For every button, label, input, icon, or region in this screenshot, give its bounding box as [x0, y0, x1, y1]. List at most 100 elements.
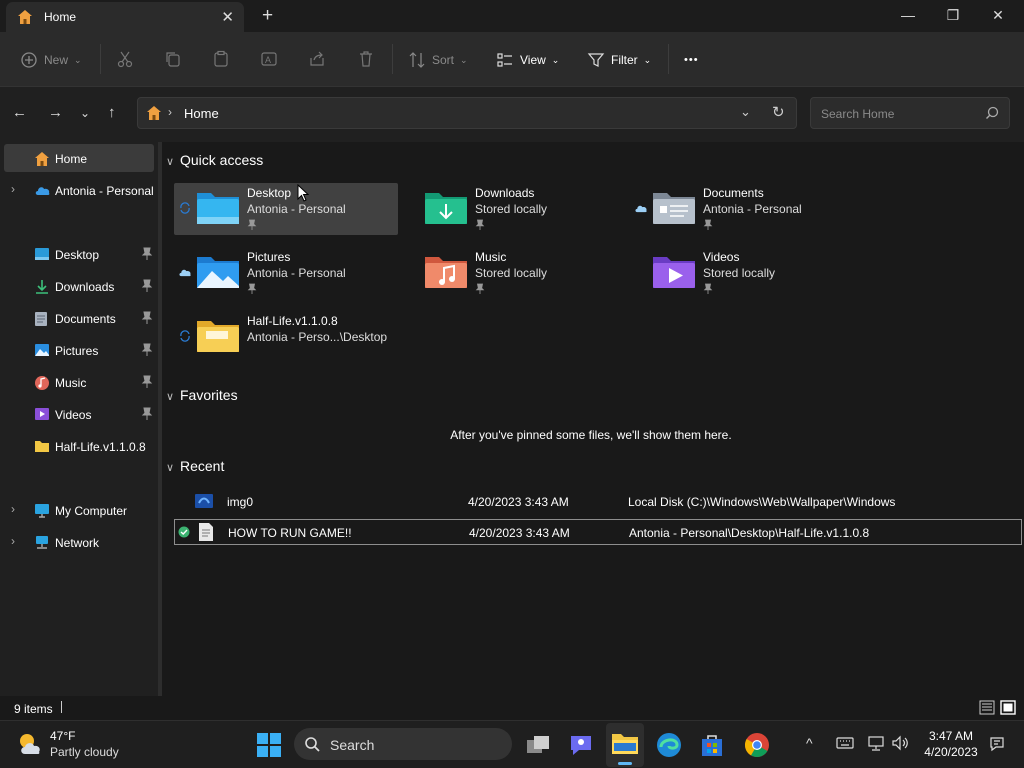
tiles-view-icon[interactable] — [1000, 700, 1016, 715]
cut-icon[interactable] — [116, 50, 134, 68]
mouse-cursor-icon — [297, 184, 309, 202]
sidebar-item-half-life[interactable]: Half-Life.v1.1.0.8 — [0, 432, 156, 460]
refresh-icon[interactable]: ↻ — [772, 103, 785, 121]
copy-icon[interactable] — [164, 50, 182, 68]
quick-access-music[interactable]: Music Stored locally — [402, 247, 626, 299]
pane-splitter[interactable] — [158, 142, 162, 696]
sidebar-item-network[interactable]: › Network — [0, 528, 156, 556]
sidebar-item-downloads[interactable]: Downloads — [0, 272, 156, 300]
sort-button[interactable]: Sort ⌄ — [408, 50, 468, 70]
search-icon[interactable] — [985, 106, 999, 120]
sidebar-item-label: My Computer — [55, 504, 128, 518]
divider — [100, 44, 101, 74]
chevron-down-icon: ∨ — [166, 462, 175, 474]
sidebar-item-desktop[interactable]: Desktop — [0, 240, 156, 268]
chat-icon[interactable] — [567, 731, 595, 759]
pin-icon[interactable] — [141, 343, 153, 357]
filter-button[interactable]: Filter ⌄ — [587, 50, 651, 70]
view-label: View — [520, 53, 546, 67]
quick-access-pictures[interactable]: Pictures Antonia - Personal — [174, 247, 398, 299]
desktop-icon — [35, 248, 49, 260]
item-name: Videos — [703, 250, 740, 264]
sidebar-item-my-computer[interactable]: › My Computer — [0, 496, 156, 524]
sidebar-item-music[interactable]: Music — [0, 368, 156, 396]
breadcrumb-home[interactable]: Home — [184, 106, 219, 121]
share-icon[interactable] — [308, 50, 326, 68]
rename-icon[interactable]: A — [260, 50, 278, 68]
filter-label: Filter — [611, 53, 638, 67]
task-view-icon[interactable] — [524, 731, 552, 759]
notifications-icon[interactable] — [988, 735, 1006, 753]
search-box[interactable] — [810, 97, 1010, 129]
pin-icon[interactable] — [141, 247, 153, 261]
home-icon — [147, 106, 161, 120]
recent-locations-chevron-icon[interactable]: ⌄ — [80, 106, 90, 120]
close-window-button[interactable]: ✕ — [975, 4, 1021, 28]
chevron-right-icon[interactable]: › — [11, 534, 15, 548]
microsoft-store-icon[interactable] — [698, 731, 726, 759]
status-bar: 9 items — [0, 696, 1024, 720]
sidebar-item-pictures[interactable]: Pictures — [0, 336, 156, 364]
view-button[interactable]: View ⌄ — [496, 50, 559, 70]
maximize-button[interactable]: ❐ — [930, 4, 976, 28]
forward-arrow-icon[interactable]: → — [48, 104, 63, 121]
music-icon — [35, 376, 49, 390]
chrome-browser-icon[interactable] — [743, 731, 771, 759]
pin-icon — [475, 283, 485, 294]
pin-icon[interactable] — [141, 375, 153, 389]
keyboard-icon[interactable] — [836, 736, 854, 750]
delete-icon[interactable] — [357, 50, 375, 68]
sidebar-item-documents[interactable]: Documents — [0, 304, 156, 332]
edge-browser-icon[interactable] — [655, 731, 683, 759]
table-row[interactable]: img0 4/20/2023 3:43 AM Local Disk (C:)\W… — [174, 489, 1022, 515]
tab-home[interactable]: Home ✕ — [6, 2, 244, 32]
back-arrow-icon[interactable]: ← — [12, 104, 27, 121]
quick-access-header[interactable]: ∨ Quick access — [166, 152, 263, 168]
details-view-icon[interactable] — [979, 700, 995, 715]
more-options-button[interactable]: ••• — [684, 50, 699, 70]
quick-access-documents[interactable]: Documents Antonia - Personal — [630, 183, 854, 235]
pin-icon — [703, 283, 713, 294]
volume-icon[interactable] — [891, 735, 911, 751]
sidebar-item-home[interactable]: Home — [4, 144, 154, 172]
sidebar-item-onedrive[interactable]: › Antonia - Personal — [0, 176, 156, 204]
up-arrow-icon[interactable]: ↑ — [108, 104, 116, 121]
table-row[interactable]: HOW TO RUN GAME!! 4/20/2023 3:43 AM Anto… — [174, 519, 1022, 545]
new-tab-button[interactable]: + — [262, 5, 273, 27]
minimize-button[interactable]: — — [885, 4, 931, 28]
pin-icon[interactable] — [141, 279, 153, 293]
image-file-icon — [195, 494, 213, 508]
divider — [61, 701, 62, 713]
taskbar-search[interactable]: Search — [294, 728, 512, 760]
quick-access-half-life[interactable]: Half-Life.v1.1.0.8 Antonia - Perso...\De… — [174, 311, 398, 363]
network-icon — [36, 536, 48, 549]
close-tab-icon[interactable]: ✕ — [221, 8, 234, 26]
recent-header[interactable]: ∨ Recent — [166, 458, 224, 474]
clock[interactable]: 3:47 AM 4/20/2023 — [920, 728, 982, 762]
new-button[interactable]: New ⌄ — [20, 50, 82, 70]
pin-icon[interactable] — [141, 311, 153, 325]
show-hidden-icons-chevron-icon[interactable]: ^ — [806, 735, 813, 751]
network-status-icon[interactable] — [867, 735, 885, 751]
weather-widget[interactable]: 47°F Partly cloudy — [14, 728, 144, 762]
pin-icon[interactable] — [141, 407, 153, 421]
search-input[interactable] — [819, 104, 983, 124]
favorites-header[interactable]: ∨ Favorites — [166, 387, 238, 403]
paste-icon[interactable] — [212, 50, 230, 68]
sidebar-item-videos[interactable]: Videos — [0, 400, 156, 428]
quick-access-downloads[interactable]: Downloads Stored locally — [402, 183, 626, 235]
address-bar[interactable]: › Home ⌄ ↻ — [137, 97, 797, 129]
quick-access-videos[interactable]: Videos Stored locally — [630, 247, 854, 299]
address-dropdown-icon[interactable]: ⌄ — [740, 104, 751, 120]
clock-date: 4/20/2023 — [924, 745, 978, 759]
item-name: Half-Life.v1.1.0.8 — [247, 314, 338, 328]
taskbar-file-explorer[interactable] — [606, 723, 644, 767]
videos-icon — [35, 408, 49, 420]
item-location: Stored locally — [475, 202, 548, 216]
chevron-right-icon[interactable]: › — [11, 502, 15, 516]
quick-access-desktop[interactable]: Desktop Antonia - Personal — [174, 183, 398, 235]
chevron-right-icon[interactable]: › — [11, 182, 15, 196]
file-explorer-icon — [612, 734, 638, 754]
section-title: Recent — [180, 458, 225, 474]
windows-start-icon[interactable] — [255, 731, 283, 759]
